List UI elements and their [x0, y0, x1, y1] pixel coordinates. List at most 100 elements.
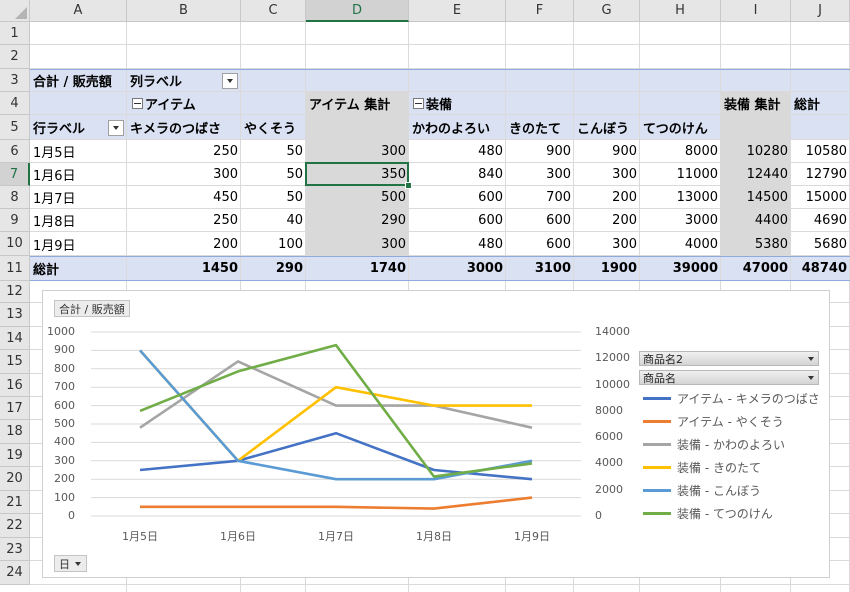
column-header-h[interactable]: H	[640, 0, 721, 22]
pivot-total-value[interactable]: 1900	[574, 256, 640, 281]
pivot-value[interactable]: 300	[574, 163, 640, 186]
row-header-18[interactable]: 18	[0, 420, 30, 444]
row-header-4[interactable]: 4	[0, 92, 30, 115]
pivot-value[interactable]: 40	[241, 209, 306, 232]
chart-series-line[interactable]	[139, 343, 533, 478]
pivot-total-value[interactable]: 48740	[791, 256, 850, 281]
pivot-value[interactable]: 480	[409, 232, 506, 256]
row-header-10[interactable]: 10	[0, 232, 30, 256]
pivot-value[interactable]: 700	[506, 186, 574, 209]
pivot-value[interactable]: 200	[574, 209, 640, 232]
row-header-16[interactable]: 16	[0, 374, 30, 397]
pivot-value[interactable]: 3000	[640, 209, 721, 232]
column-header-b[interactable]: B	[127, 0, 241, 22]
pivot-value[interactable]: 500	[306, 186, 409, 209]
pivot-value[interactable]: 10580	[791, 140, 850, 163]
pivot-value[interactable]: 50	[241, 186, 306, 209]
pivot-value[interactable]: 12790	[791, 163, 850, 186]
pivot-value[interactable]: 300	[574, 232, 640, 256]
pivot-value[interactable]: 50	[241, 163, 306, 186]
pivot-item-header[interactable]: こんぼう	[574, 115, 640, 140]
pivot-value[interactable]: 11000	[640, 163, 721, 186]
pivot-total-value[interactable]: 3000	[409, 256, 506, 281]
pivot-total-value[interactable]: 1450	[127, 256, 241, 281]
pivot-value[interactable]: 290	[306, 209, 409, 232]
column-header-g[interactable]: G	[574, 0, 640, 22]
pivot-value[interactable]: 10280	[721, 140, 791, 163]
column-header-c[interactable]: C	[241, 0, 306, 22]
pivot-value[interactable]: 5680	[791, 232, 850, 256]
pivot-group-item-total[interactable]: アイテム 集計	[306, 92, 409, 115]
row-header-14[interactable]: 14	[0, 327, 30, 350]
pivot-total-value[interactable]: 1740	[306, 256, 409, 281]
pivot-grand-total-header[interactable]: 総計	[791, 92, 850, 115]
column-header-f[interactable]: F	[506, 0, 574, 22]
pivot-group-item[interactable]: アイテム	[142, 92, 241, 115]
row-header-3[interactable]: 3	[0, 69, 30, 92]
pivot-item-header[interactable]: かわのよろい	[409, 115, 506, 140]
pivot-value[interactable]: 13000	[640, 186, 721, 209]
pivot-values-label[interactable]: 合計 / 販売額	[30, 69, 127, 92]
row-header-24[interactable]: 24	[0, 561, 30, 585]
row-header-21[interactable]: 21	[0, 491, 30, 514]
column-header-a[interactable]: A	[30, 0, 127, 22]
pivot-total-value[interactable]: 47000	[721, 256, 791, 281]
pivot-value[interactable]: 200	[127, 232, 241, 256]
row-header-23[interactable]: 23	[0, 538, 30, 561]
pivot-chart[interactable]: 合計 / 販売額日商品名2 商品名 アイテム - キメラのつばさ アイテム - やくそ…	[42, 290, 830, 578]
pivot-value[interactable]: 600	[506, 232, 574, 256]
pivot-value[interactable]: 900	[506, 140, 574, 163]
pivot-value[interactable]: 100	[241, 232, 306, 256]
pivot-row-label[interactable]: 1月7日	[30, 186, 127, 209]
pivot-value[interactable]: 250	[127, 209, 241, 232]
pivot-total-value[interactable]: 290	[241, 256, 306, 281]
pivot-value[interactable]: 600	[409, 186, 506, 209]
column-labels-filter-button[interactable]	[222, 73, 238, 89]
row-header-12[interactable]: 12	[0, 281, 30, 303]
pivot-row-label[interactable]: 1月6日	[30, 163, 127, 186]
pivot-value[interactable]: 450	[127, 186, 241, 209]
row-header-13[interactable]: 13	[0, 303, 30, 327]
pivot-item-header[interactable]: やくそう	[241, 115, 306, 140]
selected-cell-d7[interactable]	[305, 162, 409, 186]
row-header-9[interactable]: 9	[0, 209, 30, 232]
row-header-11[interactable]: 11	[0, 256, 30, 281]
row-header-5[interactable]: 5	[0, 115, 30, 140]
row-header-7[interactable]: 7	[0, 163, 30, 186]
pivot-value[interactable]: 8000	[640, 140, 721, 163]
pivot-item-header[interactable]: キメラのつばさ	[127, 115, 241, 140]
row-header-1[interactable]: 1	[0, 22, 30, 45]
pivot-value[interactable]: 300	[306, 140, 409, 163]
fill-handle[interactable]	[405, 182, 412, 189]
column-header-e[interactable]: E	[409, 0, 506, 22]
chart-series-line[interactable]	[140, 496, 533, 510]
pivot-value[interactable]: 50	[241, 140, 306, 163]
row-header-8[interactable]: 8	[0, 186, 30, 209]
column-header-i[interactable]: I	[721, 0, 791, 22]
row-header-17[interactable]: 17	[0, 397, 30, 420]
pivot-row-label[interactable]: 1月8日	[30, 209, 127, 232]
pivot-group-equip-total[interactable]: 装備 集計	[721, 92, 791, 115]
pivot-value[interactable]: 840	[409, 163, 506, 186]
pivot-value[interactable]: 900	[574, 140, 640, 163]
pivot-total-label[interactable]: 総計	[30, 256, 127, 281]
pivot-row-label[interactable]: 1月9日	[30, 232, 127, 256]
pivot-item-header[interactable]: きのたて	[506, 115, 574, 140]
row-header-19[interactable]: 19	[0, 444, 30, 467]
row-header-15[interactable]: 15	[0, 350, 30, 374]
row-header-2[interactable]: 2	[0, 45, 30, 69]
select-all-corner[interactable]	[0, 0, 30, 22]
pivot-value[interactable]: 200	[574, 186, 640, 209]
row-header-6[interactable]: 6	[0, 140, 30, 163]
pivot-total-value[interactable]: 3100	[506, 256, 574, 281]
pivot-value[interactable]: 4400	[721, 209, 791, 232]
pivot-value[interactable]: 600	[506, 209, 574, 232]
pivot-value[interactable]: 4690	[791, 209, 850, 232]
row-header-22[interactable]: 22	[0, 514, 30, 538]
pivot-value[interactable]: 14500	[721, 186, 791, 209]
pivot-value[interactable]: 12440	[721, 163, 791, 186]
column-header-d[interactable]: D	[306, 0, 409, 22]
pivot-row-label[interactable]: 1月5日	[30, 140, 127, 163]
pivot-value[interactable]: 15000	[791, 186, 850, 209]
pivot-value[interactable]: 300	[506, 163, 574, 186]
